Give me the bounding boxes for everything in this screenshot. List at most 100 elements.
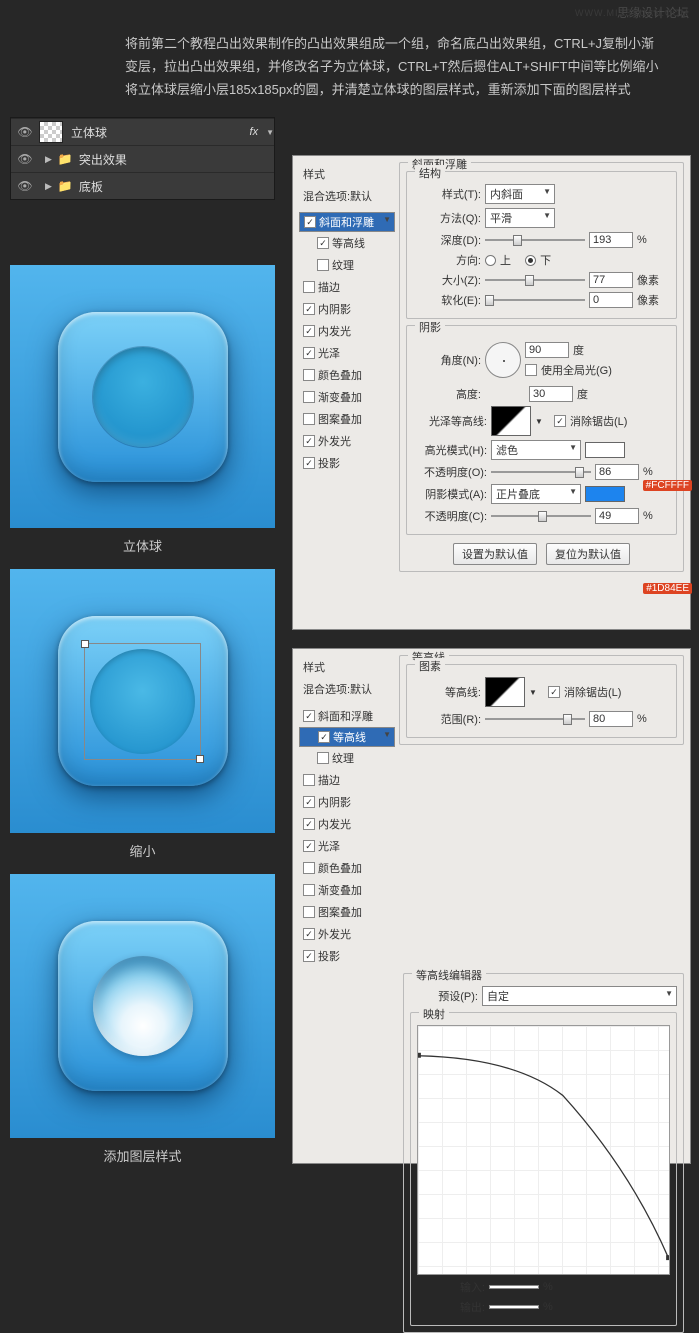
soft-slider[interactable] [485, 293, 585, 307]
dir-up[interactable] [485, 255, 496, 266]
alt-label: 高度: [413, 386, 481, 402]
style-bevel[interactable]: 斜面和浮雕 [299, 212, 395, 232]
style-bevel[interactable]: 斜面和浮雕 [299, 705, 395, 727]
output-label: 输出: [417, 1299, 485, 1315]
op2-slider[interactable] [491, 509, 591, 523]
expand-icon[interactable]: ▶ [45, 181, 52, 192]
preset-label: 预设(P): [410, 988, 478, 1004]
highlight-select[interactable]: 滤色 [491, 440, 581, 460]
style-stroke[interactable]: 描边 [299, 769, 395, 791]
style-satin[interactable]: 光泽 [299, 835, 395, 857]
size-slider[interactable] [485, 273, 585, 287]
layer-row[interactable]: 👁 ▶ 📁 突出效果 [11, 145, 274, 172]
style-outer-glow[interactable]: 外发光 [299, 430, 395, 452]
range-slider[interactable] [485, 712, 585, 726]
style-label: 样式(T): [413, 186, 481, 202]
style-select[interactable]: 内斜面 [485, 184, 555, 204]
global-light-cb[interactable] [525, 364, 537, 376]
style-list: 样式 混合选项:默认 斜面和浮雕 等高线 纹理 描边 内阴影 内发光 光泽 颜色… [299, 162, 395, 474]
preset-select[interactable]: 自定 [482, 986, 677, 1006]
style-drop-shadow[interactable]: 投影 [299, 452, 395, 474]
op1-slider[interactable] [491, 465, 591, 479]
layer-style-panel-contour: 样式 混合选项:默认 斜面和浮雕 等高线 纹理 描边 内阴影 内发光 光泽 颜色… [292, 648, 691, 1164]
gloss-label: 光泽等高线: [413, 413, 487, 429]
curve-canvas[interactable] [417, 1025, 670, 1275]
reset-default-button[interactable]: 复位为默认值 [546, 543, 630, 565]
op1-input[interactable]: 86 [595, 464, 639, 480]
preview-column: 立体球 缩小 添加图层样式 [10, 265, 275, 1179]
caption-1: 立体球 [10, 536, 275, 555]
op2-label: 不透明度(C): [413, 508, 487, 524]
chevron-down-icon[interactable]: ▼ [266, 128, 274, 137]
style-gradient-overlay[interactable]: 渐变叠加 [299, 879, 395, 901]
aa-cb[interactable] [554, 415, 566, 427]
style-texture[interactable]: 纹理 [299, 254, 395, 276]
dir-label: 方向: [413, 252, 481, 268]
style-contour[interactable]: 等高线 [299, 232, 395, 254]
size-input[interactable]: 77 [589, 272, 633, 288]
layer-row[interactable]: 👁 ▶ 📁 底板 [11, 172, 274, 199]
style-outer-glow[interactable]: 外发光 [299, 923, 395, 945]
shadow-swatch[interactable] [585, 486, 625, 502]
style-gradient-overlay[interactable]: 渐变叠加 [299, 386, 395, 408]
highlight-swatch[interactable] [585, 442, 625, 458]
style-drop-shadow[interactable]: 投影 [299, 945, 395, 967]
style-stroke[interactable]: 描边 [299, 276, 395, 298]
watermark-url: WWW.MISSYUAN.COM [575, 8, 689, 18]
angle-input[interactable]: 90 [525, 342, 569, 358]
range-label: 范围(R): [413, 711, 481, 727]
angle-label: 角度(N): [413, 352, 481, 368]
output-val[interactable] [489, 1305, 539, 1309]
style-inner-glow[interactable]: 内发光 [299, 813, 395, 835]
op2-input[interactable]: 49 [595, 508, 639, 524]
layers-panel: 👁 立体球 fx ▼ 👁 ▶ 📁 突出效果 👁 ▶ 📁 底板 [10, 117, 275, 200]
visibility-icon[interactable]: 👁 [11, 152, 39, 166]
contour-editor: 等高线编辑器 预设(P):自定 映射 输入:% 输出:% [403, 973, 684, 1333]
editor-title: 等高线编辑器 [412, 967, 486, 983]
input-val[interactable] [489, 1285, 539, 1289]
style-color-overlay[interactable]: 颜色叠加 [299, 364, 395, 386]
method-select[interactable]: 平滑 [485, 208, 555, 228]
style-inner-glow[interactable]: 内发光 [299, 320, 395, 342]
folder-icon: 📁 [58, 152, 73, 166]
aa-cb[interactable] [548, 686, 560, 698]
range-input[interactable]: 80 [589, 711, 633, 727]
depth-slider[interactable] [485, 233, 585, 247]
style-color-overlay[interactable]: 颜色叠加 [299, 857, 395, 879]
layer-name: 底板 [79, 178, 103, 195]
dir-down[interactable] [525, 255, 536, 266]
style-satin[interactable]: 光泽 [299, 342, 395, 364]
shadow-select[interactable]: 正片叠底 [491, 484, 581, 504]
alt-input[interactable]: 30 [529, 386, 573, 402]
shadow-title: 阴影 [415, 319, 445, 335]
visibility-icon[interactable]: 👁 [11, 179, 39, 193]
preview-3 [10, 874, 275, 1138]
blend-default[interactable]: 混合选项:默认 [299, 679, 395, 705]
fx-label[interactable]: fx [250, 126, 259, 138]
blend-default[interactable]: 混合选项:默认 [299, 186, 395, 212]
op1-label: 不透明度(O): [413, 464, 487, 480]
color-tag-highlight: #FCFFFF [643, 480, 692, 491]
contour-picker[interactable] [491, 406, 531, 436]
visibility-icon[interactable]: 👁 [11, 125, 39, 139]
expand-icon[interactable]: ▶ [45, 154, 52, 165]
angle-wheel[interactable] [485, 342, 521, 378]
style-pattern-overlay[interactable]: 图案叠加 [299, 901, 395, 923]
depth-input[interactable]: 193 [589, 232, 633, 248]
preview-2 [10, 569, 275, 833]
layer-row[interactable]: 👁 立体球 fx ▼ [11, 118, 274, 145]
depth-label: 深度(D): [413, 232, 481, 248]
layer-style-panel-bevel: 样式 混合选项:默认 斜面和浮雕 等高线 纹理 描边 内阴影 内发光 光泽 颜色… [292, 155, 691, 630]
style-header: 样式 [299, 655, 395, 679]
style-contour[interactable]: 等高线 [299, 727, 395, 747]
style-inner-shadow[interactable]: 内阴影 [299, 791, 395, 813]
contour-picker[interactable] [485, 677, 525, 707]
soft-input[interactable]: 0 [589, 292, 633, 308]
input-label: 输入: [417, 1279, 485, 1295]
style-inner-shadow[interactable]: 内阴影 [299, 298, 395, 320]
set-default-button[interactable]: 设置为默认值 [453, 543, 537, 565]
style-texture[interactable]: 纹理 [299, 747, 395, 769]
style-pattern-overlay[interactable]: 图案叠加 [299, 408, 395, 430]
style-header: 样式 [299, 162, 395, 186]
highlight-label: 高光模式(H): [413, 442, 487, 458]
